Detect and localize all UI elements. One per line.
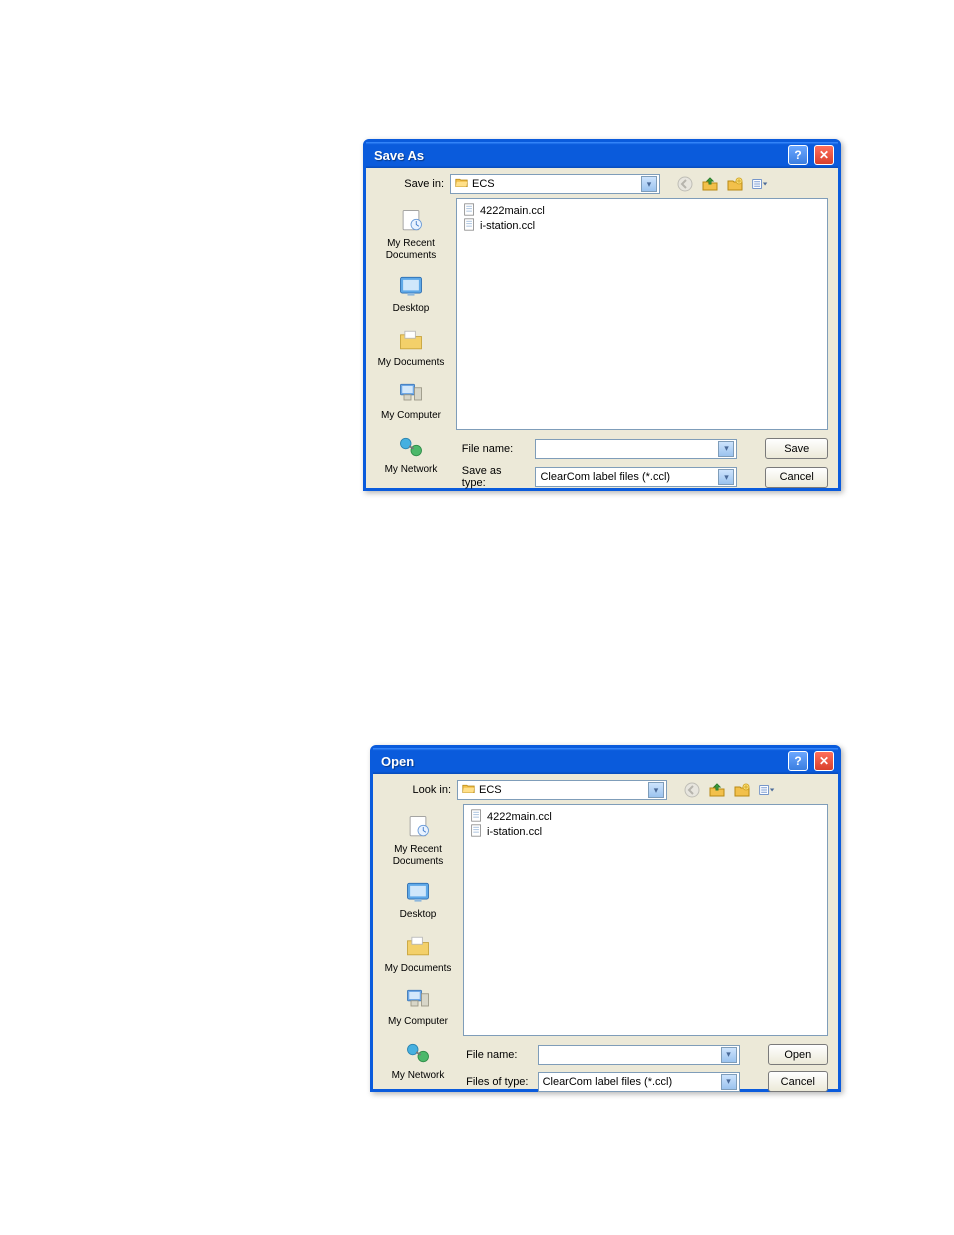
toolbar-icons <box>681 780 778 800</box>
type-value: ClearCom label files (*.ccl) <box>540 471 670 483</box>
file-icon <box>463 218 476 234</box>
desktop-icon <box>380 877 456 907</box>
folder-name: ECS <box>472 178 495 190</box>
file-icon <box>470 824 483 840</box>
file-name: i-station.ccl <box>487 826 542 838</box>
titlebar: Open ? ✕ <box>373 748 838 774</box>
file-item[interactable]: i-station.ccl <box>463 218 821 233</box>
back-button <box>681 780 703 800</box>
my-documents-icon <box>380 931 456 961</box>
body-row: My Recent Documents Desktop My Documents… <box>366 198 838 430</box>
file-name: i-station.ccl <box>480 220 535 232</box>
folder-dropdown[interactable]: ECS ▾ <box>450 174 660 194</box>
toolbar-icons <box>674 174 771 194</box>
my-computer-icon <box>380 984 456 1014</box>
filename-label: File name: <box>462 443 528 455</box>
places-bar: My Recent Documents Desktop My Documents… <box>373 804 463 1036</box>
location-row: Look in: ECS ▾ <box>373 774 838 804</box>
type-value: ClearCom label files (*.ccl) <box>543 1076 673 1088</box>
file-list[interactable]: 4222main.ccl i-station.ccl <box>456 198 828 430</box>
filename-row: File name: ▾ Save <box>376 438 828 459</box>
help-button[interactable]: ? <box>788 751 808 771</box>
location-label: Save in: <box>376 178 444 190</box>
help-button[interactable]: ? <box>788 145 808 165</box>
filename-row: File name: ▾ Open <box>383 1044 828 1065</box>
close-button[interactable]: ✕ <box>814 145 834 165</box>
new-folder-button[interactable] <box>724 174 746 194</box>
desktop-icon <box>373 271 449 301</box>
file-icon <box>470 809 483 825</box>
place-desktop[interactable]: Desktop <box>380 875 456 923</box>
save-as-dialog: Save As ? ✕ Save in: ECS ▾ <box>363 139 841 491</box>
file-name: 4222main.ccl <box>487 811 552 823</box>
type-row: Save as type: ClearCom label files (*.cc… <box>376 465 828 489</box>
type-dropdown[interactable]: ClearCom label files (*.ccl) ▾ <box>535 467 737 487</box>
place-desktop[interactable]: Desktop <box>373 269 449 317</box>
file-item[interactable]: 4222main.ccl <box>470 809 821 824</box>
chevron-down-icon[interactable]: ▾ <box>721 1047 737 1063</box>
place-label: My Documents <box>385 963 452 974</box>
recent-documents-icon <box>380 812 456 842</box>
file-list[interactable]: 4222main.ccl i-station.ccl <box>463 804 828 1036</box>
close-button[interactable]: ✕ <box>814 751 834 771</box>
body-row: My Recent Documents Desktop My Documents… <box>373 804 838 1036</box>
type-label: Files of type: <box>466 1076 529 1088</box>
view-menu-button[interactable] <box>756 780 778 800</box>
view-menu-button[interactable] <box>749 174 771 194</box>
chevron-down-icon[interactable]: ▾ <box>648 782 664 798</box>
filename-input[interactable]: ▾ <box>538 1045 740 1065</box>
dialog-title: Save As <box>374 148 782 163</box>
type-dropdown[interactable]: ClearCom label files (*.ccl) ▾ <box>538 1072 740 1092</box>
place-label: My Computer <box>381 410 441 421</box>
open-folder-icon <box>462 782 475 798</box>
my-documents-icon <box>373 325 449 355</box>
folder-name: ECS <box>479 784 502 796</box>
open-button[interactable]: Open <box>768 1044 828 1065</box>
places-bar: My Recent Documents Desktop My Documents… <box>366 198 456 430</box>
place-computer[interactable]: My Computer <box>380 982 456 1030</box>
open-dialog: Open ? ✕ Look in: ECS ▾ <box>370 745 841 1092</box>
up-one-level-button[interactable] <box>699 174 721 194</box>
new-folder-button[interactable] <box>731 780 753 800</box>
location-label: Look in: <box>383 784 451 796</box>
file-icon <box>463 203 476 219</box>
place-label: My Recent Documents <box>393 844 444 867</box>
filename-label: File name: <box>466 1049 529 1061</box>
cancel-button[interactable]: Cancel <box>765 467 828 488</box>
place-recent[interactable]: My Recent Documents <box>380 810 456 869</box>
chevron-down-icon[interactable]: ▾ <box>721 1074 737 1090</box>
recent-documents-icon <box>373 206 449 236</box>
up-one-level-button[interactable] <box>706 780 728 800</box>
type-row: Files of type: ClearCom label files (*.c… <box>383 1071 828 1092</box>
open-folder-icon <box>455 176 468 192</box>
cancel-button[interactable]: Cancel <box>768 1071 828 1092</box>
place-label: My Documents <box>378 357 445 368</box>
my-computer-icon <box>373 378 449 408</box>
place-documents[interactable]: My Documents <box>373 323 449 371</box>
place-label: Desktop <box>393 303 430 314</box>
dialog-title: Open <box>381 754 782 769</box>
place-documents[interactable]: My Documents <box>380 929 456 977</box>
save-button[interactable]: Save <box>765 438 828 459</box>
folder-dropdown[interactable]: ECS ▾ <box>457 780 667 800</box>
place-label: My Recent Documents <box>386 238 437 261</box>
file-item[interactable]: 4222main.ccl <box>463 203 821 218</box>
chevron-down-icon[interactable]: ▾ <box>641 176 657 192</box>
place-label: Desktop <box>400 909 437 920</box>
titlebar: Save As ? ✕ <box>366 142 838 168</box>
back-button <box>674 174 696 194</box>
chevron-down-icon[interactable]: ▾ <box>718 469 734 485</box>
location-row: Save in: ECS ▾ <box>366 168 838 198</box>
type-label: Save as type: <box>462 465 528 489</box>
file-item[interactable]: i-station.ccl <box>470 824 821 839</box>
chevron-down-icon[interactable]: ▾ <box>718 441 734 457</box>
place-label: My Computer <box>388 1016 448 1027</box>
place-computer[interactable]: My Computer <box>373 376 449 424</box>
filename-input[interactable]: ▾ <box>535 439 737 459</box>
file-name: 4222main.ccl <box>480 205 545 217</box>
place-recent[interactable]: My Recent Documents <box>373 204 449 263</box>
